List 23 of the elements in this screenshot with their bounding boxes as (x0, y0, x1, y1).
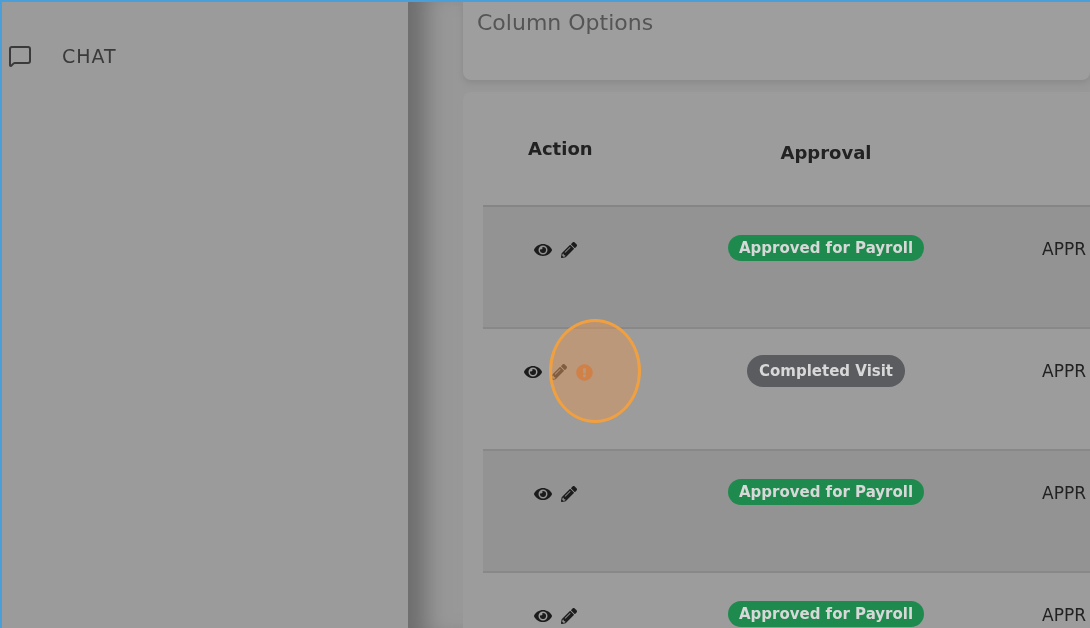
sidebar-item[interactable]: CHAT (2, 40, 408, 72)
status-badge: Approved for Payroll (727, 235, 925, 261)
eye-icon[interactable] (534, 607, 552, 625)
pencil-icon[interactable] (561, 486, 577, 502)
status-badge: Approved for Payroll (727, 601, 925, 627)
status-badge: Approved for Payroll (727, 479, 925, 505)
table-cell-text: APPR (1042, 238, 1087, 259)
eye-icon[interactable] (524, 363, 542, 381)
pencil-icon[interactable] (561, 242, 577, 258)
table-cell-text: APPR (1042, 360, 1087, 381)
eye-icon[interactable] (534, 241, 552, 259)
column-options-label: Column Options (477, 10, 654, 35)
pencil-icon[interactable] (561, 608, 577, 624)
pencil-icon[interactable] (551, 364, 567, 380)
column-header: Approval (780, 142, 872, 163)
chat-icon (8, 44, 32, 68)
table-cell-text: APPR (1042, 604, 1087, 625)
table-cell-text: APPR (1042, 482, 1087, 503)
column-options-card[interactable]: Column Options (463, 2, 1090, 80)
column-header: Action (528, 138, 593, 159)
status-badge: Completed Visit (747, 355, 905, 387)
eye-icon[interactable] (534, 485, 552, 503)
sidebar-item-label: CHAT (62, 45, 117, 67)
